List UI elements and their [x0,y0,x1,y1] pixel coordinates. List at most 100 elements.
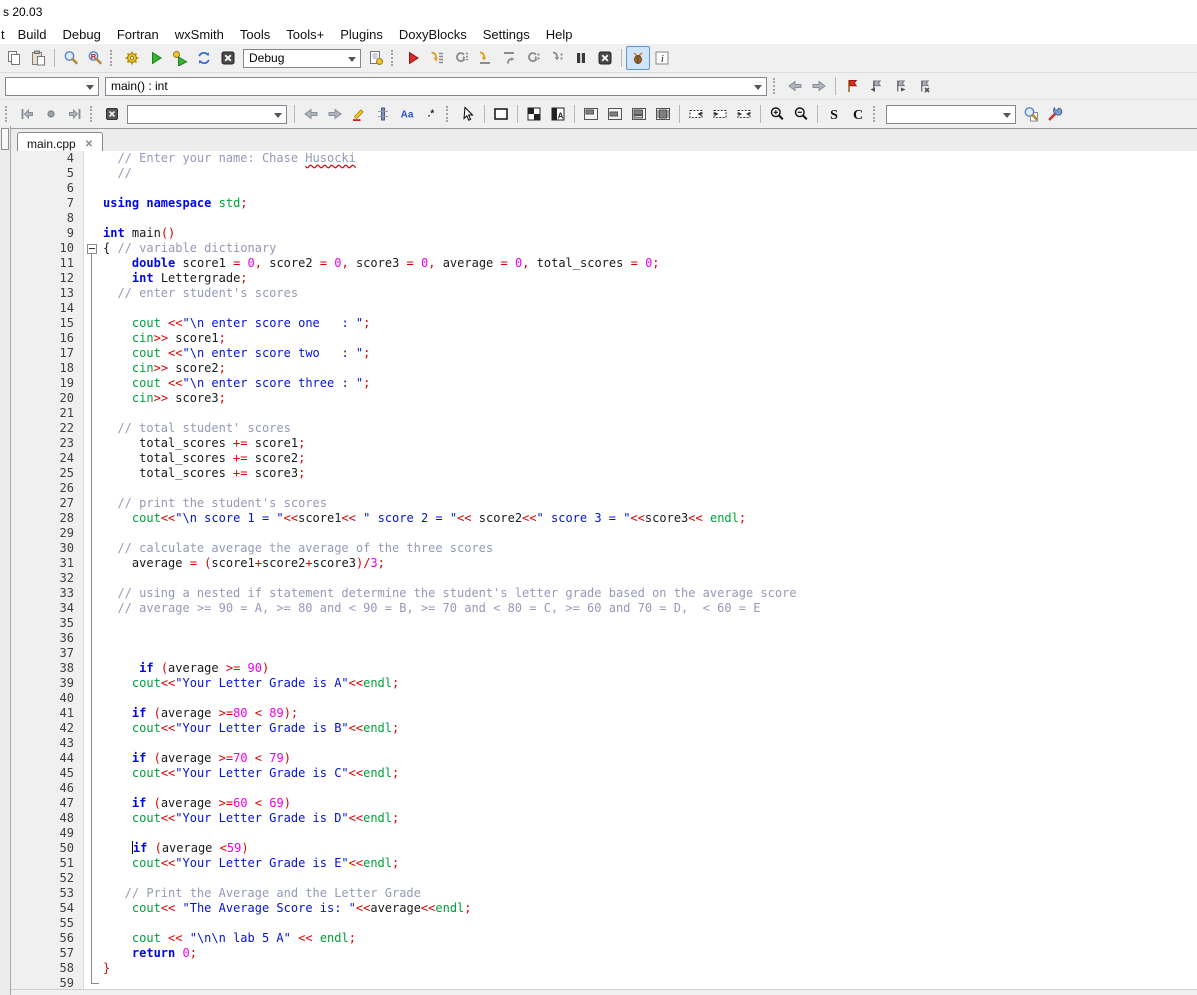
code-text[interactable] [100,736,103,751]
chevron-down-icon[interactable] [754,84,762,94]
fold-margin[interactable] [84,151,100,166]
fold-margin[interactable] [84,871,100,886]
window-border-icon[interactable] [627,102,651,126]
code-line[interactable]: 37 [11,646,1197,661]
code-function-combo[interactable]: main() : int [105,76,767,96]
fold-margin[interactable] [84,616,100,631]
line-number[interactable]: 43 [11,736,84,751]
code-text[interactable]: cout<<"Your Letter Grade is C"<<endl; [100,766,399,781]
code-line[interactable]: 53 // Print the Average and the Letter G… [11,886,1197,901]
menu-item-tools-[interactable]: Tools+ [278,26,332,43]
fold-margin[interactable] [84,601,100,616]
stretch-spacer-icon[interactable]: S [822,102,846,126]
menu-item-settings[interactable]: Settings [475,26,538,43]
code-text[interactable] [100,916,103,931]
fold-margin[interactable] [84,361,100,376]
code-line[interactable]: 11 double score1 = 0, score2 = 0, score3… [11,256,1197,271]
sizer-grid-icon[interactable] [522,102,546,126]
clear-bookmarks-icon[interactable] [912,74,936,98]
line-number[interactable]: 49 [11,826,84,841]
build-icon[interactable] [120,46,144,70]
code-line[interactable]: 10 { // variable dictionary [11,241,1197,256]
fold-margin[interactable] [84,181,100,196]
build-run-icon[interactable] [168,46,192,70]
code-line[interactable]: 9 int main() [11,226,1197,241]
line-number[interactable]: 19 [11,376,84,391]
line-number[interactable]: 33 [11,586,84,601]
fold-margin[interactable] [84,556,100,571]
menu-item-build[interactable]: Build [10,26,55,43]
toolbar-grip-handle[interactable] [391,50,396,66]
code-text[interactable]: // Enter your name: Chase Husocki [100,151,355,166]
step-into-icon[interactable] [473,46,497,70]
line-number[interactable]: 51 [11,856,84,871]
code-text[interactable]: // Print the Average and the Letter Grad… [100,886,421,901]
code-text[interactable]: cin>> score3; [100,391,226,406]
expand-both-icon[interactable] [732,102,756,126]
code-text[interactable] [100,631,103,646]
fold-margin[interactable] [84,316,100,331]
code-line[interactable]: 27 // print the student's scores [11,496,1197,511]
menu-item-help[interactable]: Help [538,26,581,43]
code-line[interactable]: 59 [11,976,1197,990]
code-editor[interactable]: 4 // Enter your name: Chase Husocki 5 //6… [11,151,1197,990]
code-line[interactable]: 46 [11,781,1197,796]
code-line[interactable]: 52 [11,871,1197,886]
code-text[interactable]: cout <<"\n enter score two : "; [100,346,370,361]
code-line[interactable]: 29 [11,526,1197,541]
code-text[interactable] [100,526,103,541]
line-number[interactable]: 21 [11,406,84,421]
code-line[interactable]: 17 cout <<"\n enter score two : "; [11,346,1197,361]
run-to-cursor-icon[interactable] [425,46,449,70]
line-number[interactable]: 27 [11,496,84,511]
code-line[interactable]: 58} [11,961,1197,976]
build-target-combo[interactable]: Debug [243,48,361,68]
fold-margin[interactable] [84,811,100,826]
fold-margin[interactable] [84,166,100,181]
frame-widget-icon[interactable] [489,102,513,126]
debugging-windows-icon[interactable] [626,46,650,70]
symbol-search-icon[interactable] [1019,102,1043,126]
step-into-instruction-icon[interactable] [545,46,569,70]
code-text[interactable] [100,646,103,661]
line-number[interactable]: 32 [11,571,84,586]
fold-margin[interactable] [84,886,100,901]
code-line[interactable]: 40 [11,691,1197,706]
fold-margin[interactable] [84,976,100,990]
code-text[interactable]: cout << "\n\n lab 5 A" << endl; [100,931,356,946]
debug-continue-icon[interactable] [401,46,425,70]
next-instruction-icon[interactable] [521,46,545,70]
code-text[interactable]: // print the student's scores [100,496,327,511]
code-text[interactable]: // using a nested if statement determine… [100,586,796,601]
incremental-search-combo[interactable] [127,104,287,124]
line-number[interactable]: 26 [11,481,84,496]
fold-margin[interactable] [84,856,100,871]
code-line[interactable]: 23 total_scores += score1; [11,436,1197,451]
code-line[interactable]: 48 cout<<"Your Letter Grade is D"<<endl; [11,811,1197,826]
line-number[interactable]: 48 [11,811,84,826]
code-text[interactable]: cout<<"\n score 1 = "<<score1<< " score … [100,511,746,526]
fold-margin[interactable] [84,286,100,301]
code-line[interactable]: 16 cin>> score1; [11,331,1197,346]
code-text[interactable]: cin>> score2; [100,361,226,376]
next-change-icon[interactable] [63,102,87,126]
zoom-in-icon[interactable] [765,102,789,126]
stop-debugger-icon[interactable] [593,46,617,70]
line-number[interactable]: 42 [11,721,84,736]
line-number[interactable]: 16 [11,331,84,346]
tab-close-icon[interactable]: ✕ [85,139,93,150]
line-number[interactable]: 5 [11,166,84,181]
select-mode-icon[interactable] [371,102,395,126]
code-text[interactable] [100,211,103,226]
code-text[interactable]: // total student' scores [100,421,290,436]
code-text[interactable]: if (average >= 90) [100,661,269,676]
match-case-icon[interactable]: Aa [395,102,419,126]
fold-margin[interactable] [84,241,100,256]
menu-item-doxyblocks[interactable]: DoxyBlocks [391,26,475,43]
fold-margin[interactable] [84,826,100,841]
code-line[interactable]: 42 cout<<"Your Letter Grade is B"<<endl; [11,721,1197,736]
pointer-tool-icon[interactable] [456,102,480,126]
various-info-icon[interactable]: i [650,46,674,70]
line-number[interactable]: 46 [11,781,84,796]
line-number[interactable]: 54 [11,901,84,916]
